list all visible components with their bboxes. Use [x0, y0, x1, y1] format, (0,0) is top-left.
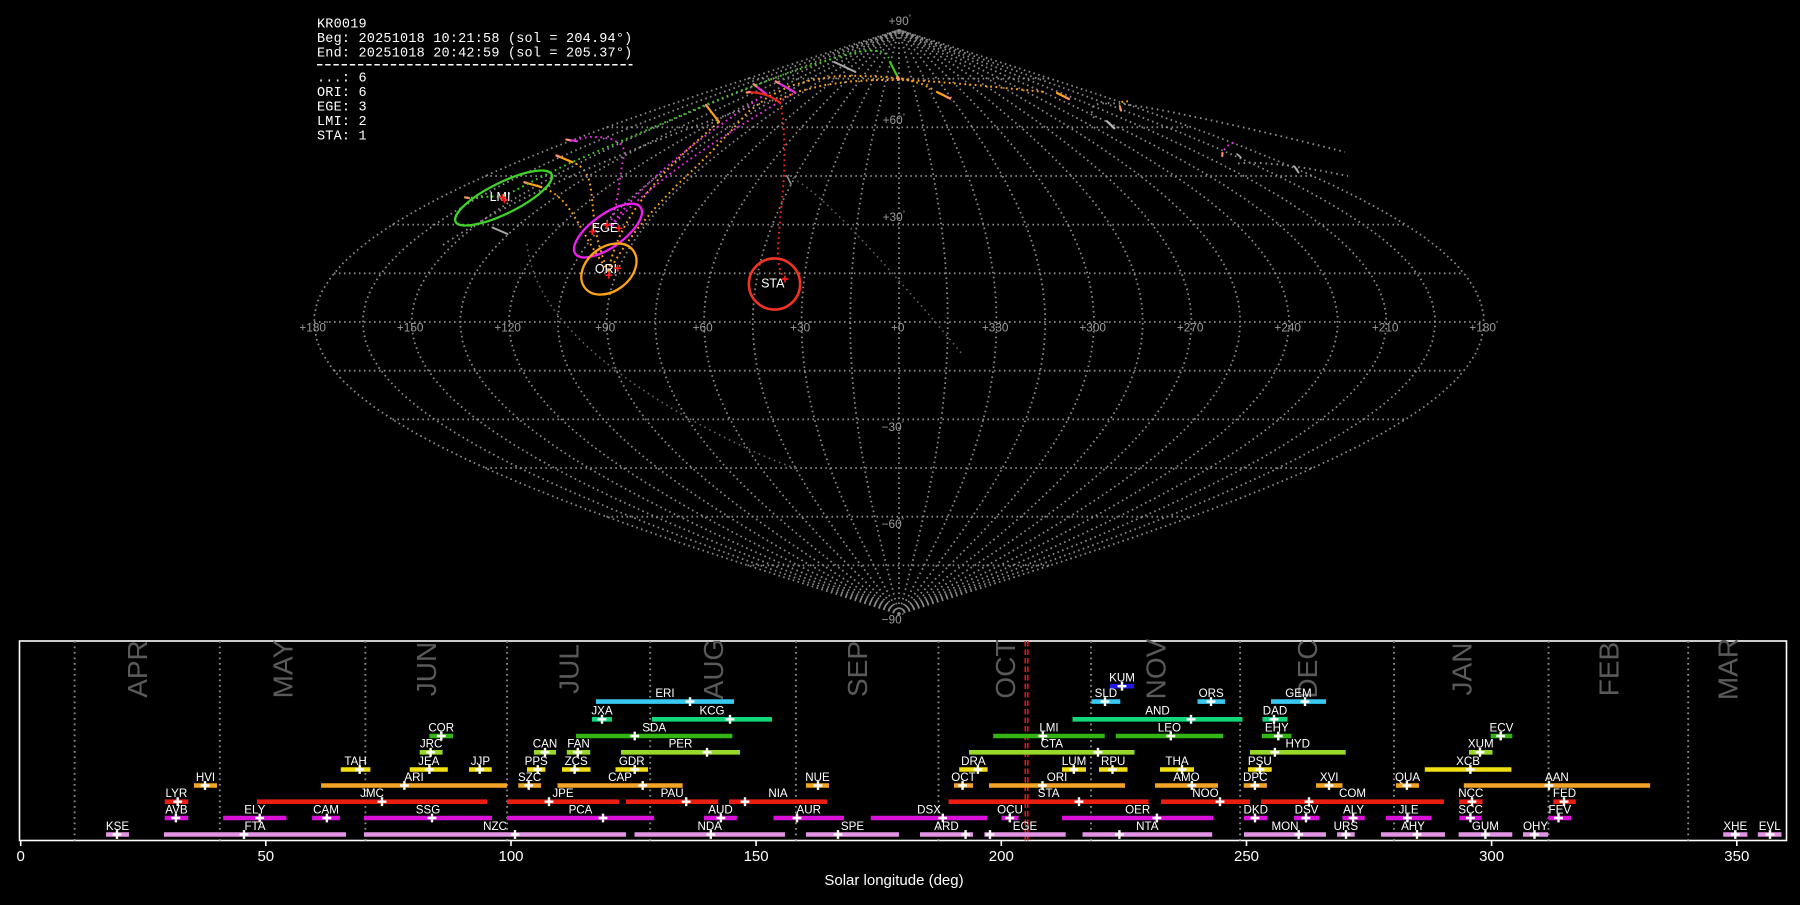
svg-text:CAP: CAP — [608, 771, 632, 784]
svg-text:KCG: KCG — [699, 705, 724, 718]
svg-text:100: 100 — [498, 848, 523, 865]
svg-text:LMI: 2: LMI: 2 — [317, 115, 367, 130]
svg-text:−30˚: −30˚ — [882, 420, 905, 434]
svg-text:FTA: FTA — [244, 820, 265, 833]
svg-text:NOO: NOO — [1192, 787, 1218, 800]
svg-text:FEB: FEB — [1593, 642, 1624, 696]
svg-text:JAN: JAN — [1446, 643, 1477, 696]
svg-text:300: 300 — [1479, 848, 1504, 865]
svg-text:JUL: JUL — [554, 644, 585, 694]
svg-text:EGE: EGE — [592, 221, 618, 235]
svg-text:SPE: SPE — [841, 820, 864, 833]
svg-text:PPS: PPS — [525, 755, 548, 768]
svg-text:ELY: ELY — [244, 803, 265, 816]
svg-text:ORI: ORI — [595, 262, 617, 276]
svg-text:+330˚: +330˚ — [982, 321, 1012, 335]
svg-text:SDA: SDA — [642, 721, 666, 734]
svg-text:50: 50 — [257, 848, 274, 865]
svg-text:...: 6: ...: 6 — [317, 72, 367, 87]
svg-text:AND: AND — [1145, 705, 1169, 718]
svg-text:GEM: GEM — [1285, 687, 1311, 700]
svg-text:CTA: CTA — [1041, 738, 1064, 751]
svg-text:SEP: SEP — [842, 641, 873, 697]
svg-text:HYD: HYD — [1286, 738, 1310, 751]
svg-text:NIA: NIA — [768, 787, 788, 800]
svg-text:JLE: JLE — [1399, 803, 1419, 816]
svg-text:FEV: FEV — [1549, 803, 1572, 816]
svg-text:AMO: AMO — [1173, 771, 1199, 784]
svg-text:STA: STA — [761, 277, 785, 291]
svg-text:PAU: PAU — [661, 787, 684, 800]
svg-text:GDR: GDR — [619, 755, 645, 768]
svg-text:End: 20251018 20:42:59 (sol =: End: 20251018 20:42:59 (sol = 205.37°) — [317, 47, 632, 62]
svg-text:+30˚: +30˚ — [883, 210, 906, 224]
svg-text:ORI: 6: ORI: 6 — [317, 86, 367, 101]
svg-text:+210˚: +210˚ — [1372, 321, 1402, 335]
svg-text:200: 200 — [989, 848, 1014, 865]
svg-text:AUG: AUG — [698, 639, 729, 700]
svg-text:ARI: ARI — [404, 771, 423, 784]
svg-text:MAR: MAR — [1712, 638, 1743, 700]
svg-text:350: 350 — [1724, 848, 1749, 865]
svg-text:ARD: ARD — [934, 820, 958, 833]
svg-text:Solar longitude (deg): Solar longitude (deg) — [824, 872, 963, 889]
svg-text:ORI: ORI — [1047, 771, 1068, 784]
svg-text:Beg: 20251018 10:21:58 (sol =: Beg: 20251018 10:21:58 (sol = 204.94°) — [317, 32, 632, 47]
svg-text:+60˚: +60˚ — [693, 321, 716, 335]
svg-text:NZC: NZC — [483, 820, 507, 833]
svg-text:AUR: AUR — [797, 803, 821, 816]
svg-text:PER: PER — [669, 738, 693, 751]
svg-text:EGE: 3: EGE: 3 — [317, 101, 367, 116]
svg-text:OER: OER — [1125, 803, 1150, 816]
svg-text:+60˚: +60˚ — [883, 113, 906, 127]
svg-text:DRA: DRA — [961, 755, 986, 768]
svg-text:+270˚: +270˚ — [1177, 321, 1207, 335]
svg-text:250: 250 — [1234, 848, 1259, 865]
svg-text:JPE: JPE — [552, 787, 574, 800]
svg-text:JMC: JMC — [360, 787, 384, 800]
svg-text:+240˚: +240˚ — [1274, 321, 1304, 335]
svg-text:JUN: JUN — [411, 642, 442, 696]
svg-text:+30˚: +30˚ — [790, 321, 813, 335]
svg-text:+120˚: +120˚ — [494, 321, 524, 335]
svg-text:EHY: EHY — [1265, 721, 1289, 734]
svg-text:ERI: ERI — [655, 687, 674, 700]
svg-text:0: 0 — [17, 848, 25, 865]
svg-text:THA: THA — [1165, 755, 1188, 768]
svg-text:TAH: TAH — [344, 755, 366, 768]
svg-text:+90˚: +90˚ — [595, 321, 618, 335]
svg-text:DSX: DSX — [917, 803, 941, 816]
svg-text:NTA: NTA — [1136, 820, 1159, 833]
svg-text:OCT: OCT — [990, 639, 1021, 698]
svg-text:+90˚: +90˚ — [889, 14, 912, 28]
svg-text:APR: APR — [122, 640, 153, 698]
svg-text:+300˚: +300˚ — [1079, 321, 1109, 335]
svg-text:COM: COM — [1339, 787, 1366, 800]
svg-text:150: 150 — [744, 848, 769, 865]
svg-text:LEO: LEO — [1158, 721, 1181, 734]
svg-text:−90˚: −90˚ — [882, 613, 905, 627]
svg-text:SSG: SSG — [416, 803, 440, 816]
svg-text:MAY: MAY — [268, 639, 299, 698]
svg-text:NOV: NOV — [1141, 638, 1172, 699]
svg-text:EGE: EGE — [1013, 820, 1038, 833]
svg-text:+180˚: +180˚ — [299, 321, 329, 335]
svg-text:KR0019: KR0019 — [317, 18, 367, 33]
svg-text:ZCS: ZCS — [565, 755, 588, 768]
svg-text:XCB: XCB — [1456, 755, 1480, 768]
svg-text:PCA: PCA — [569, 803, 593, 816]
svg-text:AHY: AHY — [1401, 820, 1425, 833]
svg-text:+150˚: +150˚ — [397, 321, 427, 335]
svg-text:STA: STA — [1038, 787, 1060, 800]
svg-text:LYR: LYR — [166, 787, 188, 800]
svg-text:STA: 1: STA: 1 — [317, 130, 367, 145]
svg-text:+180˚: +180˚ — [1469, 321, 1499, 335]
svg-text:−60˚: −60˚ — [882, 517, 905, 531]
svg-text:MON: MON — [1271, 820, 1298, 833]
